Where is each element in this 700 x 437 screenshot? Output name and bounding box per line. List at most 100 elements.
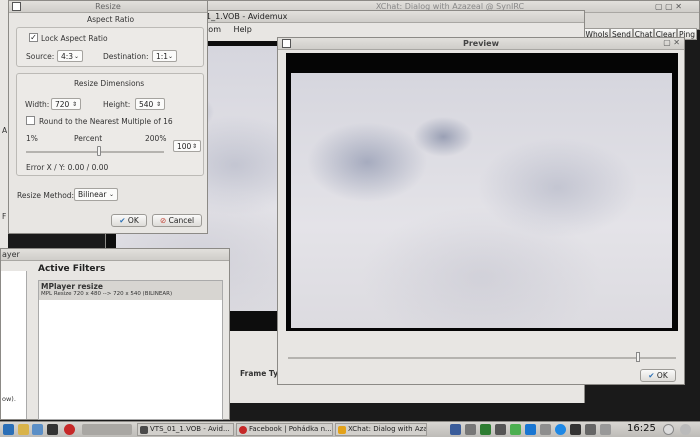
- percent-max-label: 200%: [145, 134, 167, 143]
- clock[interactable]: 16:25: [627, 423, 656, 434]
- source-label: Source:: [26, 52, 55, 61]
- percent-slider-handle[interactable]: [97, 146, 101, 156]
- spin-icon: ⇕: [155, 101, 161, 108]
- resize-dialog: Resize Aspect Ratio ✓ Lock Aspect Ratio …: [8, 0, 208, 234]
- check-icon: ✔: [648, 371, 655, 380]
- destination-label: Destination:: [103, 52, 149, 61]
- tray-update-icon[interactable]: [525, 424, 536, 435]
- task-avidemux[interactable]: VTS_01_1.VOB - Avid...: [137, 423, 234, 436]
- filter-name: MPlayer resize: [41, 282, 103, 291]
- desktop-pager-icon[interactable]: [82, 424, 132, 435]
- height-spinbox[interactable]: 540 ⇕: [135, 98, 165, 110]
- spin-icon: ⇕: [71, 101, 77, 108]
- preview-frame: [291, 73, 672, 328]
- left-fragment-f: F: [2, 212, 7, 221]
- lock-aspect-label: Lock Aspect Ratio: [41, 34, 108, 43]
- height-label: Height:: [103, 100, 131, 109]
- tray-extra-icon[interactable]: [585, 424, 596, 435]
- tray-flag-icon[interactable]: [600, 424, 611, 435]
- resize-method-label: Resize Method:: [17, 191, 75, 200]
- destination-value: 1:1: [156, 52, 169, 61]
- resize-title: Resize: [9, 1, 207, 13]
- home-icon[interactable]: [18, 424, 29, 435]
- resize-window-icon: [12, 2, 21, 11]
- chevron-down-icon: ⌄: [167, 53, 173, 60]
- menu-help[interactable]: Help: [234, 25, 252, 34]
- aspect-ratio-title: Aspect Ratio: [87, 15, 135, 24]
- preview-ok-label: OK: [656, 371, 668, 380]
- xchat-window-controls: ▢ ▢ ✕: [655, 2, 682, 11]
- source-value: 4:3: [61, 52, 74, 61]
- filter-desc: MPL Resize 720 x 480 --> 720 x 540 (BILI…: [41, 291, 173, 297]
- show-desktop-icon[interactable]: [663, 424, 674, 435]
- task-facebook[interactable]: Facebook | Pohádka n...: [236, 423, 333, 436]
- resize-cancel-label: Cancel: [168, 216, 195, 225]
- kde-menu-icon[interactable]: [3, 424, 14, 435]
- filters-left-fragment: ow).: [2, 395, 16, 403]
- preview-ok-button[interactable]: ✔ OK: [640, 369, 676, 382]
- preview-window-icon: [282, 39, 291, 48]
- task-xchat[interactable]: XChat: Dialog with Azaz...: [335, 423, 427, 436]
- resize-method-value: Bilinear: [78, 190, 107, 199]
- preview-window: Preview ▢ ✕ ✔ OK: [277, 37, 685, 385]
- percent-label: Percent: [74, 134, 103, 143]
- active-filters-title: Active Filters: [38, 264, 106, 274]
- spin-icon: ⇕: [191, 143, 197, 150]
- preview-slider-track[interactable]: [288, 357, 676, 359]
- percent-slider-track[interactable]: [26, 151, 164, 153]
- frame-type-label: Frame Ty: [240, 369, 279, 378]
- tray-clipboard-icon[interactable]: [540, 424, 551, 435]
- close-icon[interactable]: ✕: [675, 2, 682, 11]
- lock-aspect-checkbox[interactable]: ✓: [29, 33, 38, 42]
- active-filters-list: MPlayer resize MPL Resize 720 x 480 --> …: [38, 280, 223, 420]
- resize-dimensions-group: Resize Dimensions Width: 720 ⇕ Height: 54…: [16, 73, 204, 176]
- resize-cancel-button[interactable]: ⊘ Cancel: [152, 214, 202, 227]
- source-select[interactable]: 4:3 ⌄: [57, 50, 83, 62]
- percent-value: 100: [177, 142, 192, 151]
- left-fragment-a: A: [2, 126, 8, 135]
- percent-spinbox[interactable]: 100 ⇕: [173, 140, 201, 152]
- filter-item[interactable]: MPlayer resize MPL Resize 720 x 480 --> …: [39, 281, 222, 300]
- preview-window-controls: ▢ ✕: [663, 38, 680, 47]
- terminal-icon[interactable]: [47, 424, 58, 435]
- resize-ok-label: OK: [127, 216, 139, 225]
- tray-volume-icon[interactable]: [495, 424, 506, 435]
- close-icon[interactable]: ✕: [673, 38, 680, 47]
- tray-power-icon[interactable]: [570, 424, 581, 435]
- filters-title: ayer: [1, 249, 229, 261]
- percent-min-label: 1%: [26, 134, 38, 143]
- tray-settings-icon[interactable]: [680, 424, 691, 435]
- resize-ok-button[interactable]: ✔ OK: [111, 214, 147, 227]
- chevron-down-icon: ⌄: [73, 53, 79, 60]
- maximize-icon[interactable]: ▢: [665, 2, 673, 11]
- resize-method-select[interactable]: Bilinear ⌄: [74, 188, 118, 201]
- width-spinbox[interactable]: 720 ⇕: [51, 98, 81, 110]
- tray-battery-icon[interactable]: [510, 424, 521, 435]
- aspect-ratio-group: ✓ Lock Aspect Ratio Source: 4:3 ⌄ Destina…: [16, 27, 204, 67]
- task-facebook-label: Facebook | Pohádka n...: [249, 425, 332, 433]
- round-label: Round to the Nearest Multiple of 16: [39, 117, 173, 126]
- xchat-icon: [338, 426, 346, 434]
- resize-dimensions-title: Resize Dimensions: [74, 79, 145, 88]
- maximize-icon[interactable]: ▢: [663, 38, 671, 47]
- opera-icon[interactable]: [64, 424, 75, 435]
- check-icon: ✔: [119, 216, 126, 225]
- tray-keyboard-icon[interactable]: [450, 424, 461, 435]
- preview-video-area: [286, 53, 678, 331]
- width-value: 720: [55, 100, 70, 109]
- preview-slider-handle[interactable]: [636, 352, 640, 362]
- files-icon[interactable]: [32, 424, 43, 435]
- minimize-icon[interactable]: ▢: [655, 2, 663, 11]
- tray-network-icon[interactable]: [480, 424, 491, 435]
- task-avidemux-label: VTS_01_1.VOB - Avid...: [150, 425, 230, 433]
- round-checkbox[interactable]: [26, 116, 35, 125]
- destination-select[interactable]: 1:1 ⌄: [152, 50, 177, 62]
- tray-chat-icon[interactable]: [555, 424, 566, 435]
- tray-app-icon[interactable]: [465, 424, 476, 435]
- height-value: 540: [139, 100, 154, 109]
- opera-icon: [239, 426, 247, 434]
- error-label: Error X / Y: 0.00 / 0.00: [26, 163, 109, 172]
- avidemux-icon: [140, 426, 148, 434]
- task-xchat-label: XChat: Dialog with Azaz...: [348, 425, 427, 433]
- cancel-icon: ⊘: [159, 216, 167, 225]
